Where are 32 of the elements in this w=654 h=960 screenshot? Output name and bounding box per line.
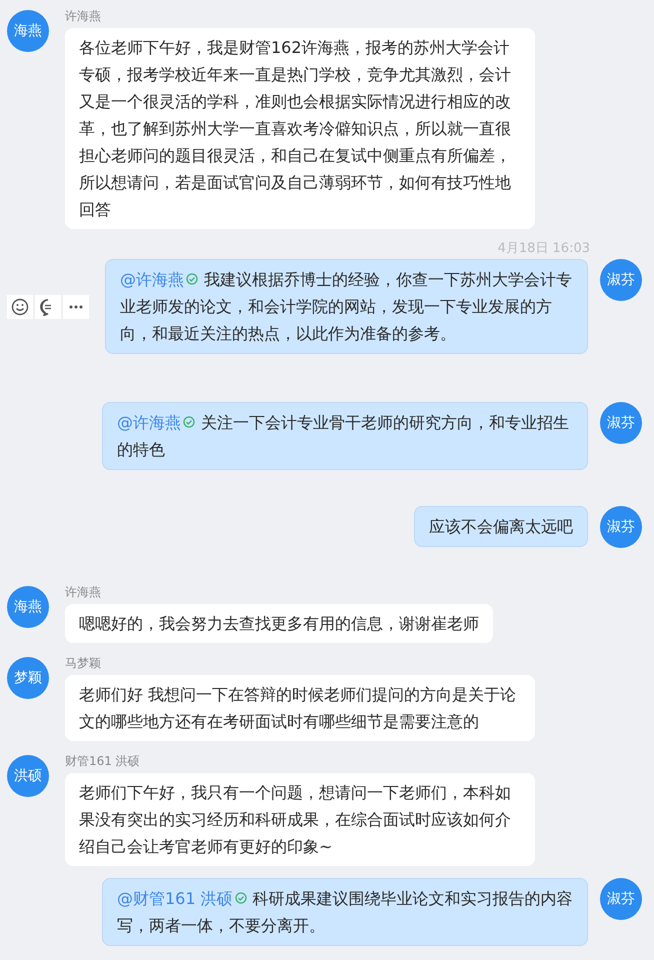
smiley-icon: [11, 298, 29, 316]
message-bubble: 老师们好 我想问一下在答辩的时候老师们提问的方向是关于论文的哪些地方还有在考研面试时有哪些细节是需要注意的: [65, 675, 535, 741]
user-avatar[interactable]: 淑芬: [600, 259, 642, 301]
more-button[interactable]: [63, 294, 89, 318]
user-avatar[interactable]: 淑芬: [600, 402, 642, 444]
sender-name: 财管161 洪硕: [65, 753, 141, 770]
check-icon: [186, 273, 198, 285]
message-bubble: 应该不会偏离太远吧: [414, 506, 588, 547]
check-icon: [234, 892, 247, 904]
reply-button[interactable]: [35, 294, 61, 318]
sender-name: 马梦颖: [65, 655, 102, 672]
user-avatar[interactable]: 淑芬: [600, 878, 642, 920]
message-bubble: 嗯嗯好的，我会努力去查找更多有用的信息，谢谢崔老师: [65, 604, 493, 643]
user-avatar[interactable]: 洪硕: [7, 755, 49, 797]
emoji-button[interactable]: [7, 294, 33, 318]
mention-link[interactable]: @许海燕: [117, 413, 181, 432]
user-avatar[interactable]: 梦颖: [7, 657, 49, 699]
sender-name: 许海燕: [65, 8, 102, 25]
user-avatar[interactable]: 海燕: [7, 586, 49, 628]
message-bubble: @财管161 洪硕 科研成果建议围绕毕业论文和实习报告的内容写，两者一体，不要分离开。: [102, 878, 588, 946]
sender-name: 许海燕: [65, 584, 102, 601]
message-bubble: 各位老师下午好，我是财管162许海燕，报考的苏州大学会计专硕，报考学校近年来一直是热门学校，竞争尤其激烈，会计又是一个很灵活的学科，准则也会根据实际情况进行相应的改革，也了解到苏州大学一直喜欢考冷僻知识点，所以就一直很担心老师问的题目很灵活，和自己在复试中侧重点有所偏差，所以想请问，若是面试官问及自己薄弱环节，如何有技巧性地回答: [65, 28, 535, 229]
message-bubble: @许海燕 关注一下会计专业骨干老师的研究方向，和专业招生的特色: [102, 402, 588, 470]
check-icon: [183, 416, 195, 428]
message-time: 4月18日 16:03: [498, 240, 590, 257]
message-bubble: @许海燕 我建议根据乔博士的经验，你查一下苏州大学会计专业老师发的论文，和会计学院的网站，发现一下专业发展的方向，和最近关注的热点，以此作为准备的参考。: [105, 259, 588, 354]
mention-link[interactable]: @许海燕: [120, 270, 184, 289]
more-icon: [69, 304, 83, 308]
message-bubble: 老师们下午好，我只有一个问题，想请问一下老师们，本科如果没有突出的实习经历和科研成果，在综合面试时应该如何介绍自己会让考官老师有更好的印象~: [65, 773, 535, 866]
mention-link[interactable]: @财管161 洪硕: [117, 889, 233, 908]
user-avatar[interactable]: 海燕: [7, 10, 49, 52]
user-avatar[interactable]: 淑芬: [600, 506, 642, 548]
